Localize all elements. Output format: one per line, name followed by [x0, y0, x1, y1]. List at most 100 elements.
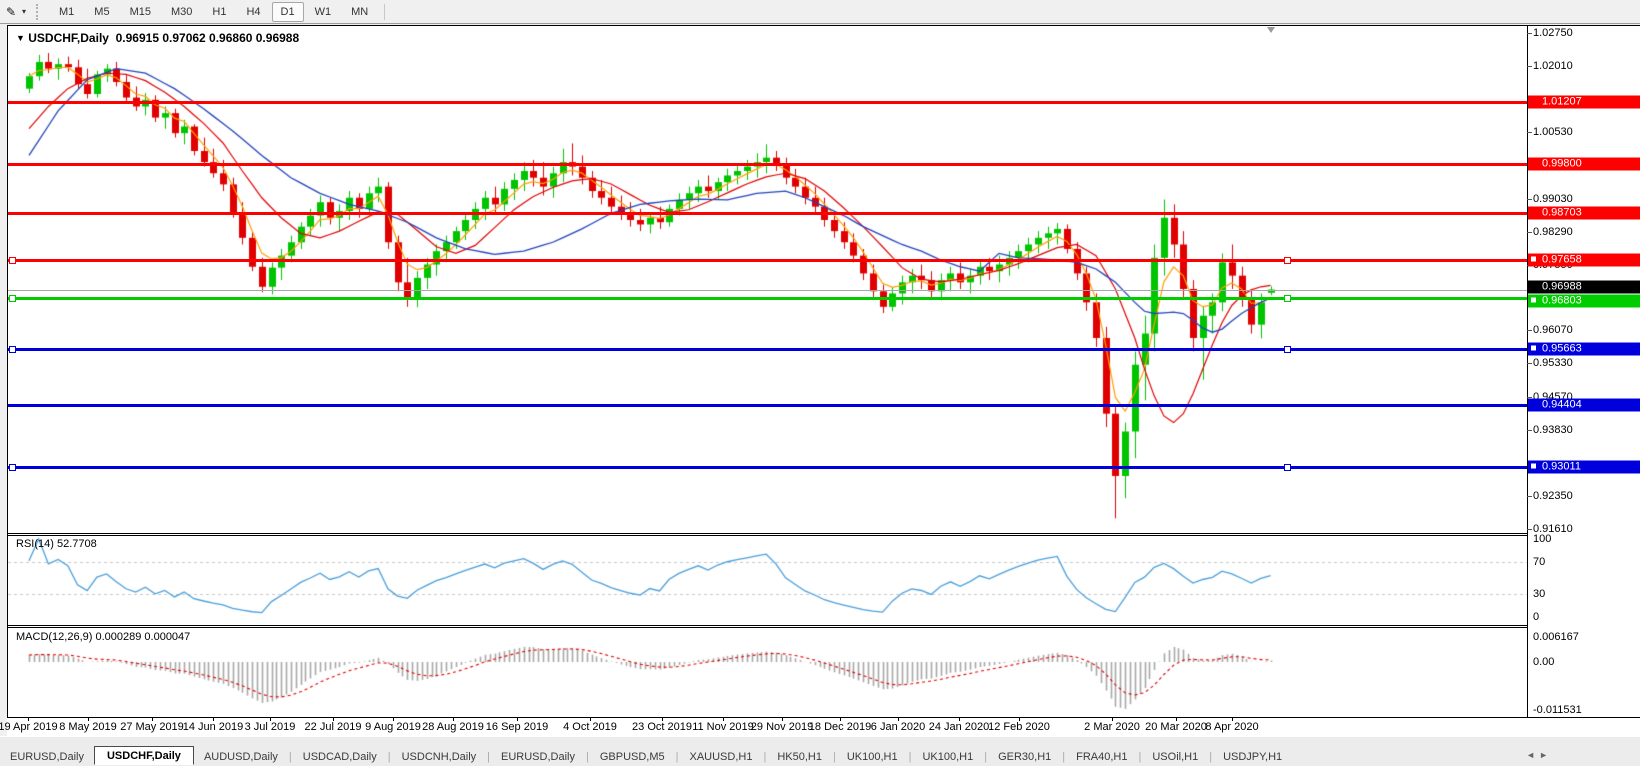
price-chart-canvas[interactable] [0, 0, 1640, 766]
tab-usdcad-daily[interactable]: USDCAD,Daily [293, 749, 387, 765]
tab-divider: | [832, 750, 836, 763]
level-handle[interactable] [9, 464, 16, 471]
tab-fra40-h1[interactable]: FRA40,H1 [1066, 749, 1137, 765]
date-tick-label: 18 Dec 2019 [808, 721, 872, 733]
price-level-line-0.95663[interactable] [8, 348, 1527, 351]
badge-handle-square [1531, 463, 1536, 469]
price-tick-label: 0.95330 [1533, 357, 1573, 370]
level-handle[interactable] [1284, 346, 1291, 353]
price-level-line-0.97658[interactable] [8, 259, 1527, 262]
level-handle[interactable] [1284, 295, 1291, 302]
price-tick-label: 1.02010 [1533, 59, 1573, 72]
price-tick-label: 0.93830 [1533, 424, 1573, 437]
price-tick-label: 0.98290 [1533, 225, 1573, 238]
rsi-scale-label: 70 [1533, 556, 1546, 569]
tab-hk50-h1[interactable]: HK50,H1 [767, 749, 832, 765]
tab-eurusd-daily[interactable]: EURUSD,Daily [491, 749, 585, 765]
date-tick-label: 24 Jan 2020 [928, 721, 990, 733]
last-bar-marker-icon [1266, 27, 1275, 33]
price-level-line-0.98703[interactable] [8, 212, 1527, 215]
pane-frame-line [1527, 25, 1528, 718]
tab-divider: | [387, 750, 391, 763]
badge-handle-square [1531, 345, 1536, 351]
price-tick-label: 0.99030 [1533, 192, 1573, 205]
price-badge-0.97658: 0.97658 [1528, 253, 1640, 267]
tab-scroll-left-icon[interactable]: ◄ [1526, 750, 1539, 760]
date-tick-label: 2 Mar 2020 [1084, 721, 1140, 733]
badge-handle-square [1531, 297, 1536, 303]
level-handle[interactable] [9, 295, 16, 302]
price-level-line-0.96988[interactable] [8, 290, 1527, 291]
macd-scale-label: 0.00 [1533, 656, 1555, 668]
chart-ohlc-values: 0.96915 0.97062 0.96860 0.96988 [115, 31, 300, 45]
price-tick-mark [1527, 496, 1532, 497]
tab-divider: | [585, 750, 589, 763]
tab-usdcnh-daily[interactable]: USDCNH,Daily [392, 749, 487, 765]
level-handle[interactable] [9, 346, 16, 353]
price-badge-0.94404: 0.94404 [1528, 398, 1640, 412]
rsi-scale-label: 100 [1533, 533, 1552, 545]
rsi-indicator-label: RSI(14) 52.7708 [16, 538, 97, 550]
date-tick-label: 16 Sep 2019 [485, 721, 549, 733]
tab-scroll-arrows: ◄► [1526, 750, 1552, 760]
macd-scale-label: -0.011531 [1533, 703, 1582, 716]
level-handle[interactable] [9, 257, 16, 264]
price-level-line-0.94404[interactable] [8, 404, 1527, 407]
level-handle[interactable] [1284, 464, 1291, 471]
tab-divider: | [1138, 750, 1142, 763]
chart-title: ▼ USDCHF,Daily 0.96915 0.97062 0.96860 0… [16, 31, 299, 45]
tab-usdchf-daily[interactable]: USDCHF,Daily [93, 745, 194, 765]
price-level-line-0.96803[interactable] [8, 297, 1527, 300]
badge-handle-square [1531, 256, 1536, 262]
price-tick-mark [1527, 529, 1532, 530]
tab-divider: | [763, 750, 767, 763]
price-tick-label: 1.00530 [1533, 125, 1573, 138]
pane-frame-line [7, 25, 8, 718]
chart-symbol-label: USDCHF,Daily [28, 31, 109, 45]
tab-divider: | [1209, 750, 1213, 763]
tab-ger30-h1[interactable]: GER30,H1 [988, 749, 1061, 765]
tab-uk100-h1[interactable]: UK100,H1 [912, 749, 983, 765]
date-tick-label: 9 Aug 2019 [365, 721, 421, 733]
price-badge-0.96803: 0.96803 [1528, 294, 1640, 308]
rsi-scale-label: 0 [1533, 611, 1540, 623]
date-tick-label: 27 May 2019 [120, 721, 184, 733]
tab-gbpusd-m5[interactable]: GBPUSD,M5 [590, 749, 675, 765]
trading-platform-window: ✎ ▾ M1M5M15M30H1H4D1W1MN ▼ USDCHF,Daily … [0, 0, 1640, 766]
date-tick-label: 12 Feb 2020 [988, 721, 1050, 733]
price-tick-mark [1527, 232, 1532, 233]
tab-xauusd-h1[interactable]: XAUUSD,H1 [680, 749, 763, 765]
tab-audusd-daily[interactable]: AUDUSD,Daily [194, 749, 288, 765]
date-tick-label: 8 Apr 2020 [1205, 721, 1259, 733]
price-level-line-0.93011[interactable] [8, 466, 1527, 469]
level-handle[interactable] [1284, 257, 1291, 264]
pane-separator [7, 535, 1528, 536]
date-tick-label: 11 Nov 2019 [692, 721, 754, 733]
collapse-triangle-icon[interactable]: ▼ [16, 33, 25, 43]
price-tick-mark [1527, 33, 1532, 34]
tab-divider: | [908, 750, 912, 763]
price-tick-mark [1527, 330, 1532, 331]
price-badge-1.01207: 1.01207 [1528, 95, 1640, 109]
price-tick-mark [1527, 430, 1532, 431]
date-tick-label: 19 Apr 2019 [0, 721, 58, 733]
price-tick-mark [1527, 199, 1532, 200]
tab-usoil-h1[interactable]: USOil,H1 [1142, 749, 1208, 765]
date-tick-label: 4 Oct 2019 [563, 721, 617, 733]
date-tick-label: 8 May 2019 [59, 721, 117, 733]
price-level-line-0.998[interactable] [8, 163, 1527, 166]
pane-separator [7, 533, 1528, 534]
pane-separator [7, 25, 1640, 26]
price-tick-mark [1527, 66, 1532, 67]
tab-usdjpy-h1[interactable]: USDJPY,H1 [1213, 749, 1292, 765]
price-tick-label: 1.02750 [1533, 27, 1573, 39]
chart-tab-bar: EURUSD,Daily USDCHF,Daily AUDUSD,Daily | USD… [0, 745, 1640, 766]
tab-scroll-right-icon[interactable]: ► [1539, 750, 1552, 760]
price-badge-0.95663: 0.95663 [1528, 342, 1640, 356]
pane-separator [7, 625, 1528, 626]
tab-uk100-h1[interactable]: UK100,H1 [837, 749, 908, 765]
tab-eurusd-daily[interactable]: EURUSD,Daily [0, 749, 94, 765]
date-tick-label: 14 Jun 2019 [182, 721, 244, 733]
price-level-line-1.01207[interactable] [8, 101, 1527, 104]
price-tick-label: 0.92350 [1533, 490, 1573, 503]
